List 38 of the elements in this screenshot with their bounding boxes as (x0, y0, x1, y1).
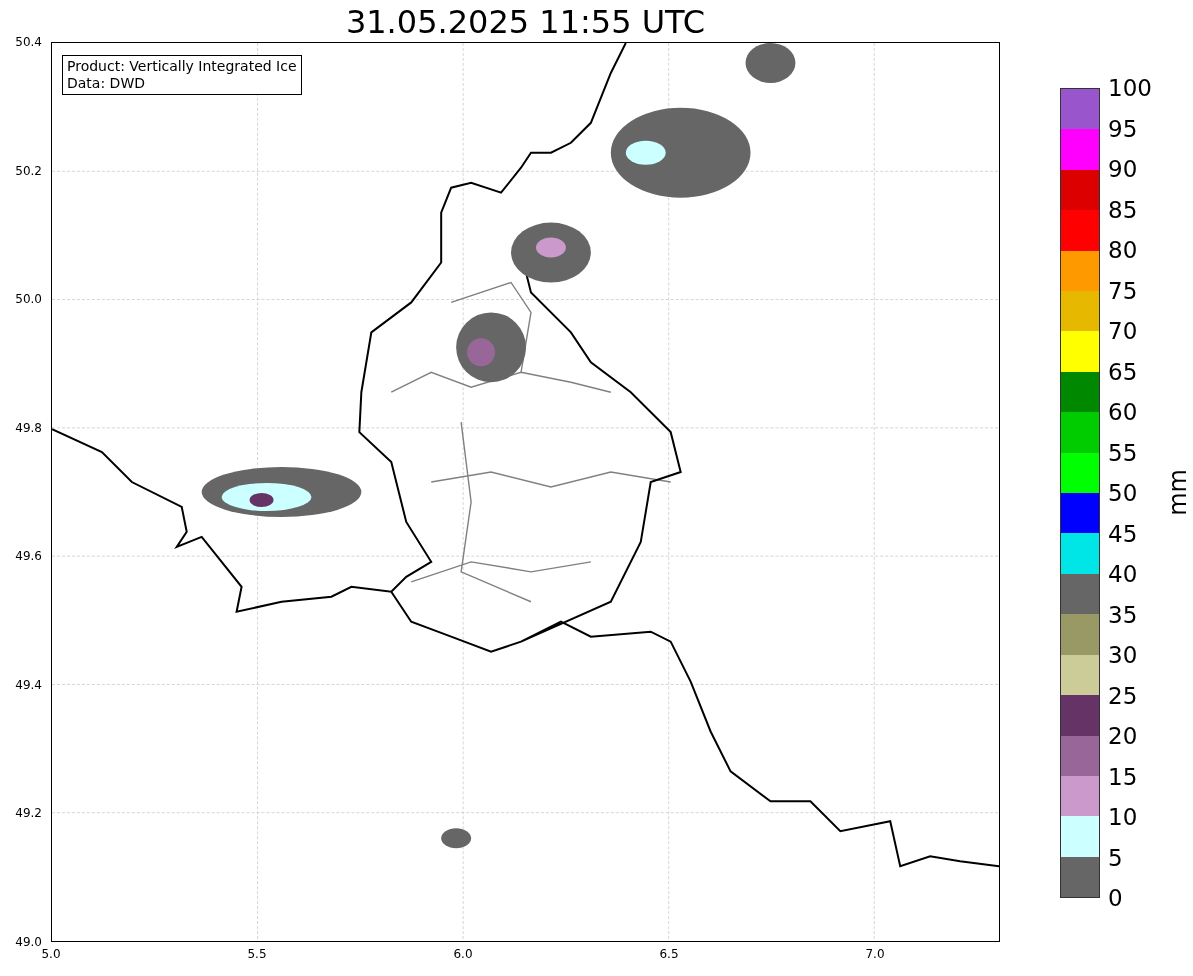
colorbar-tick-label: 45 (1108, 520, 1139, 547)
colorbar-tick-label: 5 (1108, 844, 1124, 871)
chart-title: 31.05.2025 11:55 UTC (344, 2, 707, 42)
axis-tick-label: 5.0 (41, 947, 61, 961)
colorbar-tick-label: 95 (1108, 115, 1139, 142)
axis-tick-label: 50.2 (15, 163, 42, 178)
colorbar-tick-label: 15 (1108, 763, 1139, 790)
colorbar-tick-label: 50 (1108, 480, 1139, 506)
axis-tick-label: 5.5 (247, 947, 267, 961)
colorbar-tick-label: 85 (1108, 196, 1139, 223)
colorbar-tick-label: 65 (1108, 358, 1139, 385)
colorbar-tick-label: 10 (1108, 804, 1139, 830)
colorbar-tick-label: 70 (1108, 318, 1139, 344)
axis-tick-label: 49.6 (15, 549, 42, 564)
axis-tick-label: 6.5 (659, 947, 679, 961)
colorbar-tick-label: 100 (1108, 75, 1152, 101)
legend-text: Data: DWD (67, 75, 146, 92)
axis-tick-label: 50.0 (15, 292, 42, 307)
colorbar-tick-label: 0 (1108, 885, 1124, 911)
colorbar-tick-label: 80 (1108, 237, 1139, 263)
colorbar-tick-label: 40 (1108, 561, 1139, 587)
colorbar-tick-label: 55 (1108, 439, 1139, 466)
axis-tick-label: 49.0 (15, 935, 42, 949)
colorbar-tick-label: 30 (1108, 642, 1139, 668)
axis-tick-label: 49.2 (15, 806, 42, 821)
axis-tick-label: 49.8 (15, 420, 42, 435)
colorbar-tick-label: 25 (1108, 682, 1139, 709)
axis-tick-label: 6.0 (453, 947, 473, 961)
colorbar-tick-label: 60 (1108, 399, 1139, 425)
colorbar-tick-label: 20 (1108, 723, 1139, 749)
legend-text: Product: Vertically Integrated Ice (67, 58, 297, 75)
colorbar-tick-label: 90 (1108, 156, 1139, 182)
axis-tick-label: 49.4 (15, 677, 42, 692)
axis-tick-label: 7.0 (865, 947, 885, 961)
axis-tick-label: 50.4 (15, 35, 42, 49)
colorbar-tick-label: 35 (1108, 601, 1139, 628)
colorbar-unit-label: mm (1163, 468, 1192, 516)
colorbar-tick-label: 75 (1108, 277, 1139, 304)
